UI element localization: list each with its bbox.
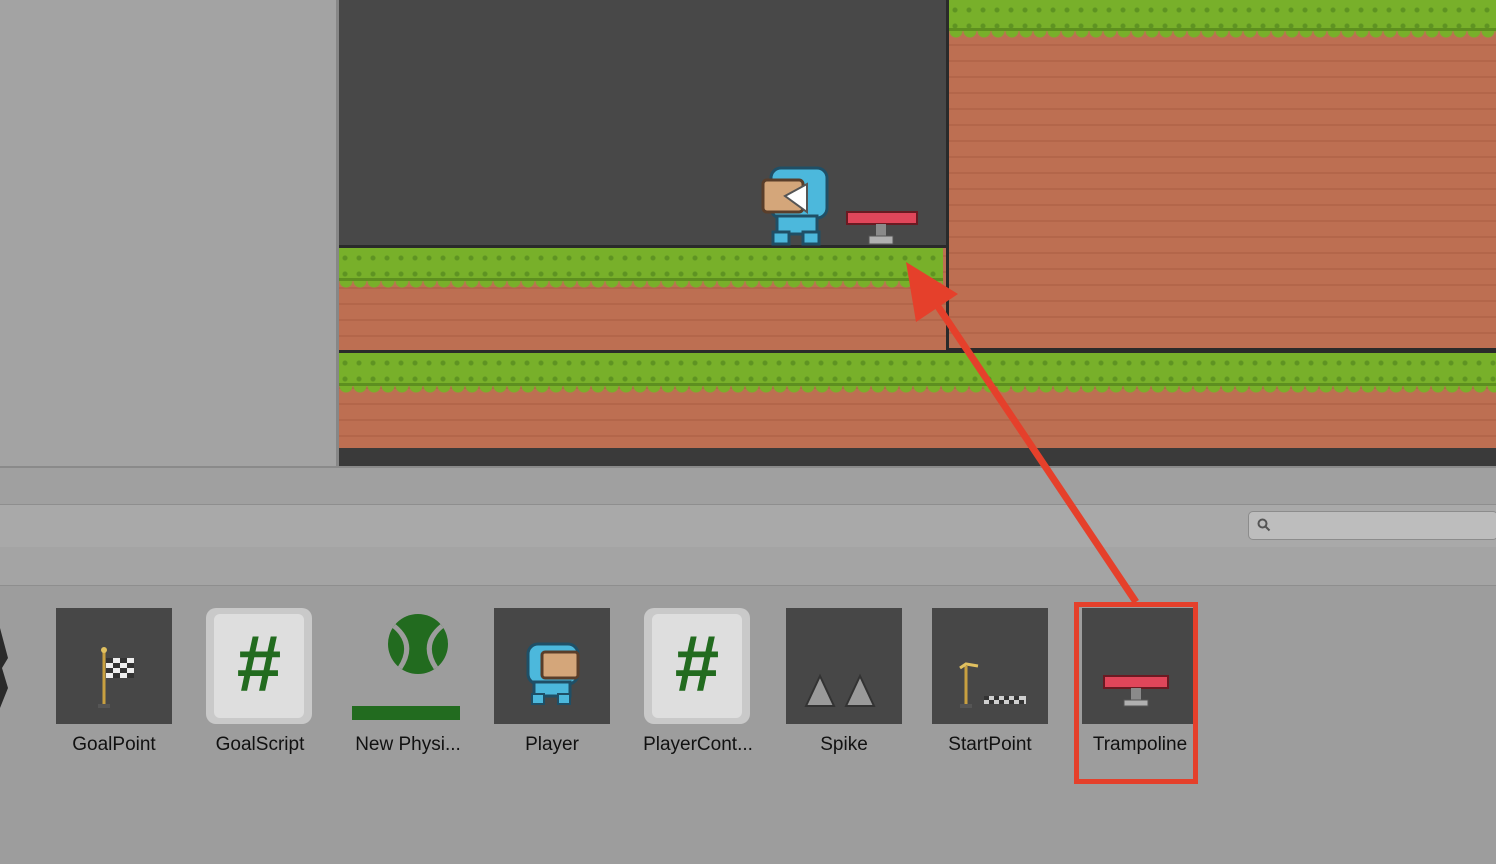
script-page: # [652,614,742,718]
tall-dirt-block [946,0,1496,351]
asset-label: GoalScript [215,734,305,755]
start-point-icon [959,662,1026,708]
hash-glyph: # [236,619,282,708]
player-sprite-icon [526,642,580,705]
asset-thumbnail [56,608,172,724]
asset-label: New Physi... [355,734,461,755]
asset-thumbnail [350,608,466,724]
hash-glyph: # [674,619,720,708]
trampoline-icon [846,211,918,245]
asset-thumbnail [786,608,902,724]
asset-label: PlayerCont... [643,734,753,755]
tall-block-grass [949,0,1496,31]
player-sprite-icon [761,166,829,246]
bottom-ground-grass [339,353,1496,386]
scene-trampoline[interactable] [845,210,919,246]
physics-material-icon [352,614,460,720]
script-page: # [214,614,304,718]
scene-bottom-edge [339,448,1496,466]
panel-tab-strip [0,466,1496,506]
search-input[interactable] [1248,511,1496,540]
middle-platform-grass-fringe [339,281,943,289]
asset-label: GoalPoint [72,734,156,755]
partial-asset-icon [0,628,8,708]
scene-view[interactable] [339,0,1496,466]
asset-label: StartPoint [948,734,1032,755]
asset-thumbnail [932,608,1048,724]
left-panel [0,0,336,466]
asset-label: Player [525,734,579,755]
breadcrumb-bar [0,547,1496,586]
asset-label: Spike [820,734,868,755]
asset-thumbnail [494,608,610,724]
spike-icon [804,673,876,707]
flag-icon [98,647,134,708]
bottom-ground-grass-fringe [339,386,1496,394]
tall-block-grass-fringe [949,31,1496,39]
highlight-box [1074,602,1198,784]
middle-platform-grass [339,248,943,281]
csharp-script-icon: # [644,608,750,724]
search-icon [1257,518,1271,532]
csharp-script-icon: # [206,608,312,724]
player-character[interactable] [761,166,831,246]
